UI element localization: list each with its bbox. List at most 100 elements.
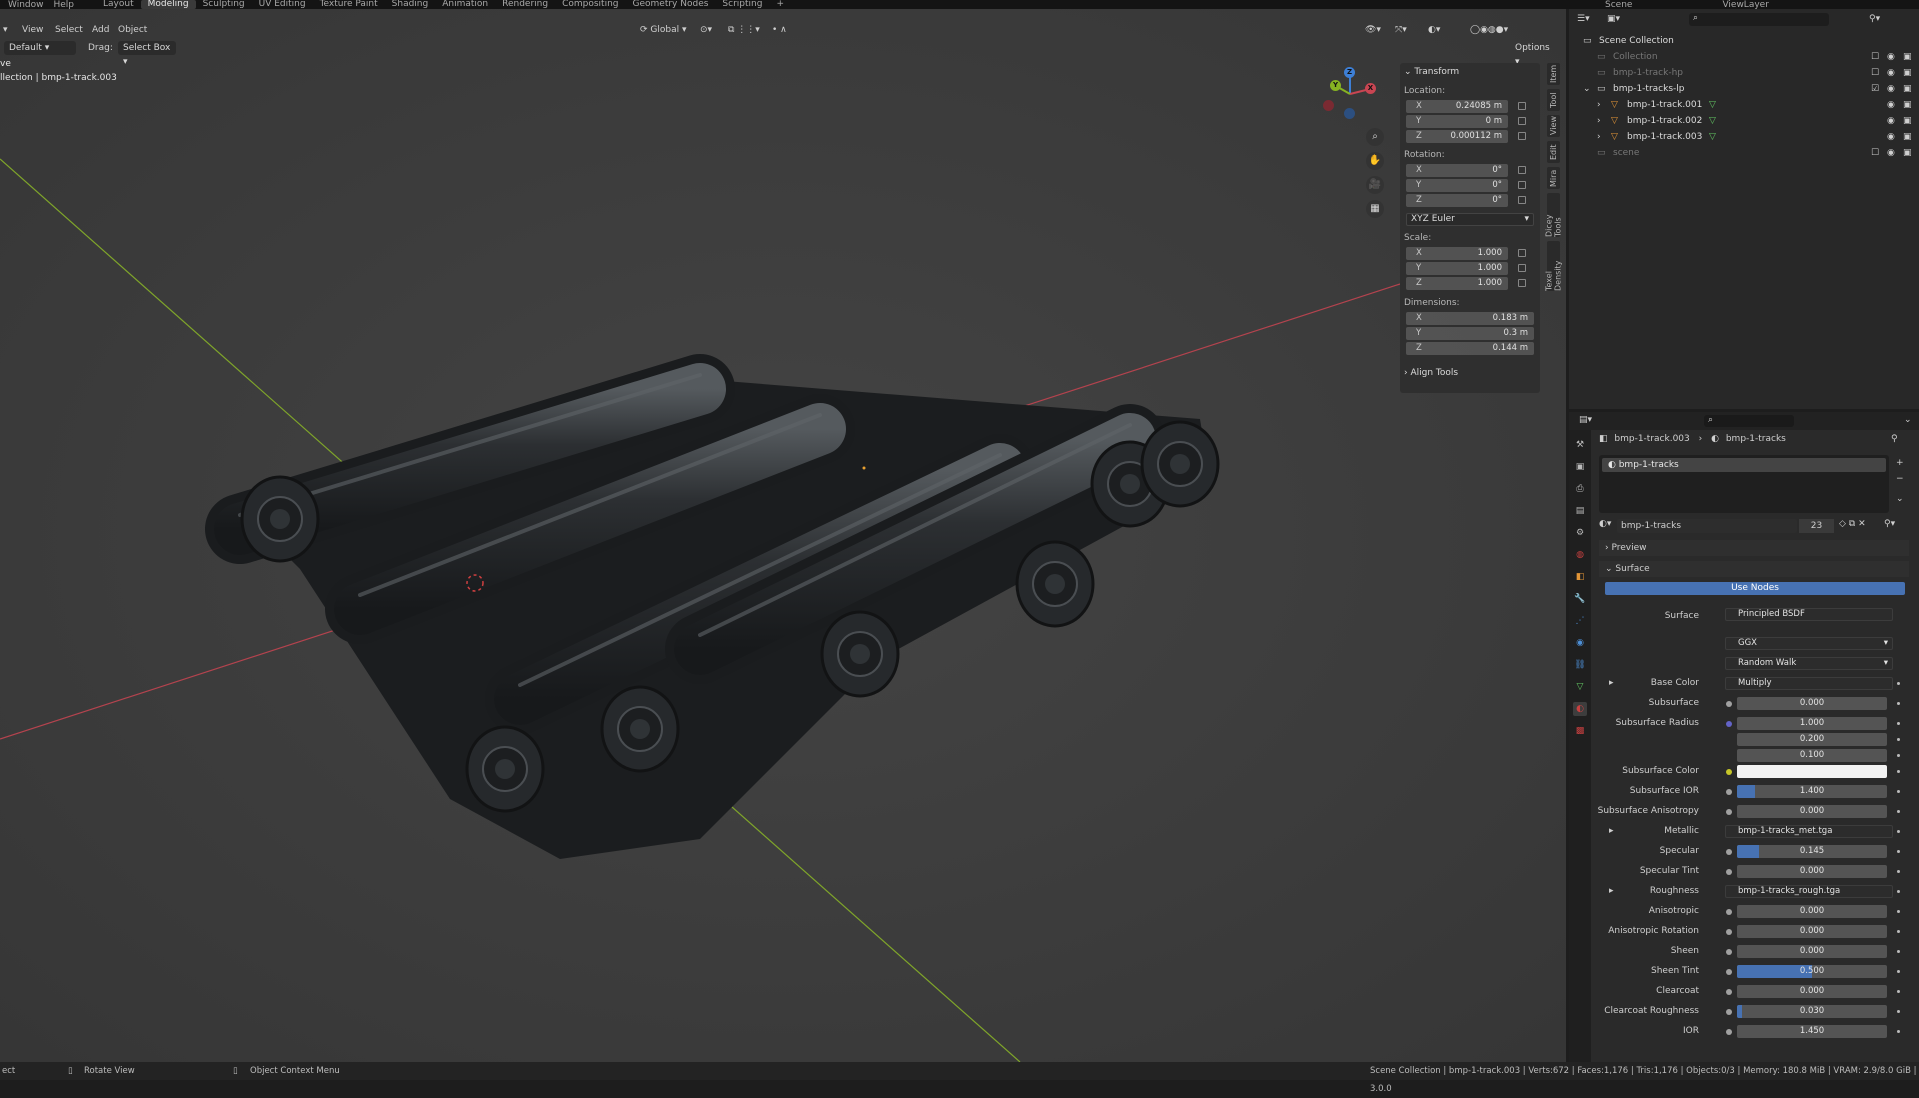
exclude-checkbox[interactable]: ☐ xyxy=(1871,49,1879,65)
editor-type-icon[interactable]: ▾ xyxy=(3,21,8,39)
lock-icon[interactable] xyxy=(1518,249,1526,257)
object-icon[interactable]: ◧ xyxy=(1573,570,1587,584)
orientation-selector[interactable]: ⟳ Global ▾ xyxy=(640,21,687,39)
lock-icon[interactable] xyxy=(1518,117,1526,125)
mesh-data-icon[interactable]: ▽ xyxy=(1709,129,1716,145)
options-chevron-icon[interactable]: ⌄ xyxy=(1904,415,1912,425)
property-value-field[interactable]: 0.000 xyxy=(1737,925,1887,938)
fake-user-icon[interactable]: ◇ ⧉ ✕ xyxy=(1839,519,1866,529)
surface-panel-header[interactable]: ⌄ Surface xyxy=(1599,561,1909,577)
socket-dot[interactable] xyxy=(1726,849,1732,855)
expand-arrow-icon[interactable]: › xyxy=(1597,97,1601,113)
lock-icon[interactable] xyxy=(1518,132,1526,140)
keyframe-dot[interactable] xyxy=(1897,754,1900,757)
property-value-field[interactable]: 0.000 xyxy=(1737,865,1887,878)
socket-dot[interactable] xyxy=(1726,1009,1732,1015)
keyframe-dot[interactable] xyxy=(1897,890,1900,893)
keyframe-dot[interactable] xyxy=(1897,910,1900,913)
keyframe-dot[interactable] xyxy=(1897,990,1900,993)
tool-icon[interactable]: ⚒ xyxy=(1573,438,1587,452)
keyframe-dot[interactable] xyxy=(1897,870,1900,873)
overlay-toggle-icon[interactable]: ◐▾ xyxy=(1428,21,1440,39)
property-value-field[interactable]: 0.000 xyxy=(1737,985,1887,998)
property-value-field[interactable]: 0.145 xyxy=(1737,845,1887,858)
property-value-field[interactable]: 0.030 xyxy=(1737,1005,1887,1018)
proportional-edit-icon[interactable]: • ∧ xyxy=(772,21,787,39)
workspace-tab-layout[interactable]: Layout xyxy=(96,0,141,9)
outliner-scene-collection[interactable]: ▭ Scene Collection xyxy=(1569,33,1919,49)
render-camera-icon[interactable]: ▣ xyxy=(1903,97,1912,113)
material-slot-item[interactable]: ◐ bmp-1-tracks xyxy=(1602,458,1886,472)
render-icon[interactable]: ▣ xyxy=(1573,460,1587,474)
outliner-item[interactable]: › ▽ bmp-1-track.003 ▽ ◉ ▣ xyxy=(1569,129,1919,145)
link-funnel-icon[interactable]: ⚲▾ xyxy=(1884,519,1895,529)
scale-z-field[interactable]: Z 1.000 xyxy=(1406,277,1508,290)
menu-add[interactable]: Add xyxy=(92,21,109,39)
keyframe-dot[interactable] xyxy=(1897,930,1900,933)
menu-object[interactable]: Object xyxy=(118,21,147,39)
expand-arrow-icon[interactable]: › xyxy=(1597,129,1601,145)
keyframe-dot[interactable] xyxy=(1897,738,1900,741)
linked-node-field[interactable]: bmp-1-tracks_rough.tga xyxy=(1725,885,1893,898)
workspace-tab-texture-paint[interactable]: Texture Paint xyxy=(313,0,385,9)
property-value-field[interactable]: 0.500 xyxy=(1737,965,1887,978)
filter-view-icon[interactable]: ▣▾ xyxy=(1607,14,1620,24)
exclude-checkbox[interactable]: ☑ xyxy=(1871,81,1879,97)
user-count[interactable]: 23 xyxy=(1799,519,1834,533)
socket-dot[interactable] xyxy=(1726,721,1732,727)
sidebar-tab-item[interactable]: Item xyxy=(1547,63,1560,85)
texture-icon[interactable]: ▩ xyxy=(1573,724,1587,738)
socket-dot[interactable] xyxy=(1726,1029,1732,1035)
property-value-field[interactable]: 0.000 xyxy=(1737,805,1887,818)
gizmo-toggle-icon[interactable]: ⤧▾ xyxy=(1395,21,1407,39)
workspace-tab-animation[interactable]: Animation xyxy=(435,0,495,9)
lock-icon[interactable] xyxy=(1518,181,1526,189)
grid-perspective-icon[interactable]: ▦ xyxy=(1366,200,1384,218)
menu-window[interactable]: Window xyxy=(8,0,44,9)
outliner-item[interactable]: ▭ Collection ◉ ▣ ☐ xyxy=(1569,49,1919,65)
particles-icon[interactable]: ⋰ xyxy=(1573,614,1587,628)
keyframe-dot[interactable] xyxy=(1897,970,1900,973)
location-x-field[interactable]: X 0.24085 m xyxy=(1406,100,1508,113)
scene-selector[interactable]: Scene xyxy=(1605,0,1632,9)
scale-x-field[interactable]: X 1.000 xyxy=(1406,247,1508,260)
property-value-field[interactable]: 1.400 xyxy=(1737,785,1887,798)
view-layer-selector[interactable]: ViewLayer xyxy=(1722,0,1768,9)
keyframe-dot[interactable] xyxy=(1897,1010,1900,1013)
sidebar-tab-dicey-tools[interactable]: Dicey Tools xyxy=(1545,193,1563,237)
location-z-field[interactable]: Z 0.000112 m xyxy=(1406,130,1508,143)
workspace-tab-modeling[interactable]: Modeling xyxy=(140,0,196,9)
property-value-field[interactable]: 1.000 xyxy=(1737,717,1887,730)
socket-dot[interactable] xyxy=(1726,929,1732,935)
slot-menu-icon[interactable]: ⌄ xyxy=(1896,494,1904,504)
outliner-item[interactable]: ⌄ ▭ bmp-1-tracks-lp ◉ ▣ ☑ xyxy=(1569,81,1919,97)
property-value-field[interactable]: 0.200 xyxy=(1737,733,1887,746)
visibility-icon[interactable]: ◉ xyxy=(1887,145,1895,161)
location-y-field[interactable]: Y0 m xyxy=(1406,115,1508,128)
world-icon[interactable]: ◍ xyxy=(1573,548,1587,562)
lock-icon[interactable] xyxy=(1518,279,1526,287)
surface-shader-field[interactable]: Principled BSDF xyxy=(1725,608,1893,621)
rotation-z-field[interactable]: Z 0° xyxy=(1406,194,1508,207)
pivot-icon[interactable]: ⊙▾ xyxy=(700,21,712,39)
socket-dot[interactable] xyxy=(1726,769,1732,775)
sidebar-tab-texel-density[interactable]: Texel Density xyxy=(1545,241,1563,291)
output-icon[interactable]: ⎙ xyxy=(1573,482,1587,496)
workspace-tab-rendering[interactable]: Rendering xyxy=(495,0,555,9)
mode-dropdown[interactable]: Default ▾ xyxy=(4,41,76,55)
remove-slot-icon[interactable]: − xyxy=(1896,474,1904,484)
subsurface-method-dropdown[interactable]: Random Walk ▾ xyxy=(1725,657,1893,670)
options-dropdown[interactable]: Options ▾ xyxy=(1510,41,1558,67)
socket-dot[interactable] xyxy=(1726,809,1732,815)
socket-dot[interactable] xyxy=(1726,989,1732,995)
lock-icon[interactable] xyxy=(1518,102,1526,110)
gizmo-neg-z[interactable] xyxy=(1344,108,1355,119)
render-camera-icon[interactable]: ▣ xyxy=(1903,129,1912,145)
gizmo-neg-x[interactable] xyxy=(1323,100,1334,111)
dimensions-z-field[interactable]: Z 0.144 m xyxy=(1406,342,1534,355)
pin-icon[interactable]: ⚲ xyxy=(1891,434,1898,444)
workspace-tab-sculpting[interactable]: Sculpting xyxy=(196,0,252,9)
render-camera-icon[interactable]: ▣ xyxy=(1903,65,1912,81)
lock-icon[interactable] xyxy=(1518,166,1526,174)
workspace-tab-geometry-nodes[interactable]: Geometry Nodes xyxy=(626,0,716,9)
